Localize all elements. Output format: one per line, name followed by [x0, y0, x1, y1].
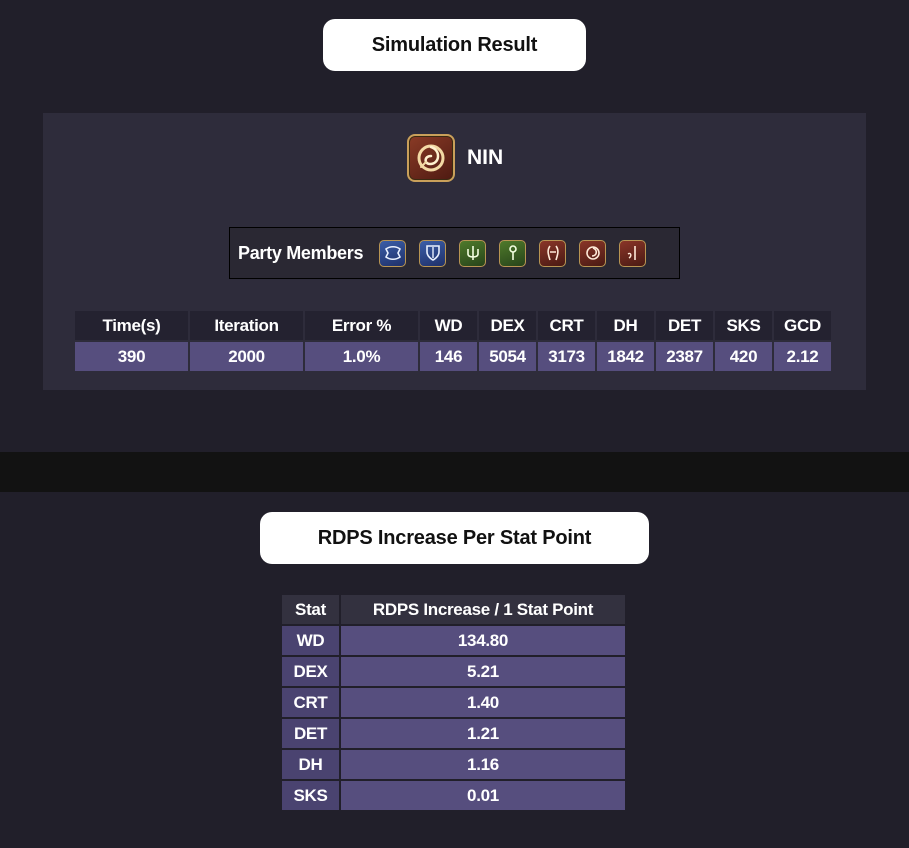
stats-header-row: Time(s) Iteration Error % WD DEX CRT DH … — [75, 311, 831, 340]
dps-job-icon-3 — [619, 239, 647, 267]
stat-value: 0.01 — [341, 781, 625, 810]
table-row: DH 1.16 — [282, 750, 625, 779]
stats-value-row: 390 2000 1.0% 146 5054 3173 1842 2387 42… — [75, 342, 831, 371]
value-gcd: 2.12 — [774, 342, 831, 371]
stat-name: DH — [282, 750, 339, 779]
value-error: 1.0% — [305, 342, 418, 371]
stat-value: 5.21 — [341, 657, 625, 686]
simulation-section: Simulation Result NIN Party Members Time… — [0, 0, 909, 452]
value-crt: 3173 — [538, 342, 595, 371]
stat-value: 1.16 — [341, 750, 625, 779]
value-dh: 1842 — [597, 342, 654, 371]
header-stat: Stat — [282, 595, 339, 624]
header-wd: WD — [420, 311, 477, 340]
header-dh: DH — [597, 311, 654, 340]
header-error: Error % — [305, 311, 418, 340]
header-dex: DEX — [479, 311, 536, 340]
header-det: DET — [656, 311, 713, 340]
table-row: CRT 1.40 — [282, 688, 625, 717]
dps-job-icon-2 — [579, 239, 607, 267]
value-sks: 420 — [715, 342, 772, 371]
stat-name: CRT — [282, 688, 339, 717]
tank-job-icon-1 — [379, 239, 407, 267]
header-crt: CRT — [538, 311, 595, 340]
rdps-table: Stat RDPS Increase / 1 Stat Point WD 134… — [280, 593, 627, 812]
value-time: 390 — [75, 342, 188, 371]
healer-job-icon-2 — [499, 239, 527, 267]
table-row: SKS 0.01 — [282, 781, 625, 810]
job-name: NIN — [467, 146, 504, 169]
healer-job-icon-1 — [459, 239, 487, 267]
stat-value: 134.80 — [341, 626, 625, 655]
rdps-header-row: Stat RDPS Increase / 1 Stat Point — [282, 595, 625, 624]
header-sks: SKS — [715, 311, 772, 340]
simulation-result-panel: NIN Party Members Time(s) Iteration Erro… — [43, 113, 866, 390]
value-iteration: 2000 — [190, 342, 303, 371]
simulation-stats-table: Time(s) Iteration Error % WD DEX CRT DH … — [73, 309, 833, 373]
header-rdps-increase: RDPS Increase / 1 Stat Point — [341, 595, 625, 624]
stat-value: 1.21 — [341, 719, 625, 748]
header-time: Time(s) — [75, 311, 188, 340]
stat-name: DEX — [282, 657, 339, 686]
stat-name: SKS — [282, 781, 339, 810]
table-row: DET 1.21 — [282, 719, 625, 748]
value-dex: 5054 — [479, 342, 536, 371]
table-row: DEX 5.21 — [282, 657, 625, 686]
dps-job-icon-1 — [539, 239, 567, 267]
party-members-label: Party Members — [238, 242, 364, 263]
value-wd: 146 — [420, 342, 477, 371]
stat-value: 1.40 — [341, 688, 625, 717]
header-iteration: Iteration — [190, 311, 303, 340]
tank-job-icon-2 — [419, 239, 447, 267]
table-row: WD 134.80 — [282, 626, 625, 655]
section-divider — [0, 452, 909, 492]
ninja-job-icon — [407, 134, 455, 182]
header-gcd: GCD — [774, 311, 831, 340]
party-members-box: Party Members — [229, 227, 680, 279]
rdps-title: RDPS Increase Per Stat Point — [260, 512, 649, 564]
job-header: NIN — [407, 134, 503, 182]
value-det: 2387 — [656, 342, 713, 371]
stat-name: WD — [282, 626, 339, 655]
simulation-result-title: Simulation Result — [323, 19, 586, 71]
stat-name: DET — [282, 719, 339, 748]
